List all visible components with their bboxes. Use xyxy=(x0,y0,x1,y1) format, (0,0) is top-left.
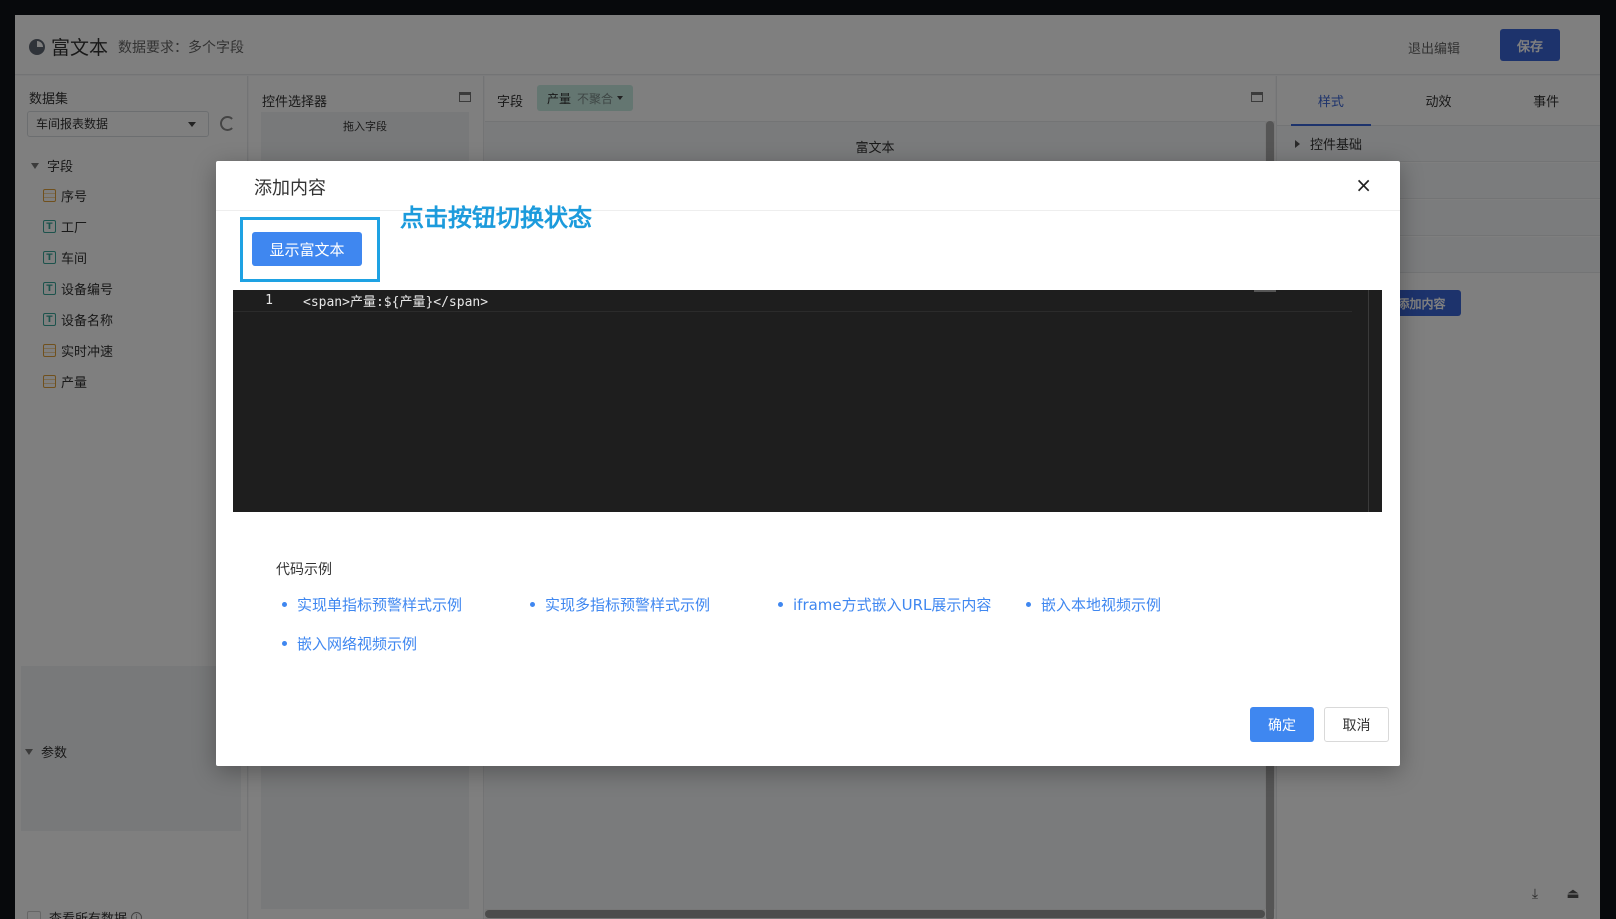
code-text[interactable]: <span>产量:${产量}</span> xyxy=(303,291,488,310)
show-rich-text-button[interactable]: 显示富文本 xyxy=(252,232,362,266)
cancel-button[interactable]: 取消 xyxy=(1324,707,1389,742)
bullet-icon xyxy=(530,602,535,607)
confirm-button[interactable]: 确定 xyxy=(1250,707,1314,742)
code-line[interactable]: 1 <span>产量:${产量}</span> xyxy=(233,290,1352,312)
bullet-icon xyxy=(282,641,287,646)
editor-scrollbar[interactable] xyxy=(1368,290,1382,512)
bullet-icon xyxy=(778,602,783,607)
dialog-title: 添加内容 xyxy=(254,178,326,199)
code-examples-list: 实现单指标预警样式示例 实现多指标预警样式示例 iframe方式嵌入URL展示内… xyxy=(282,594,1282,654)
example-link[interactable]: 实现单指标预警样式示例 xyxy=(282,594,530,615)
bullet-icon xyxy=(282,602,287,607)
code-examples-title: 代码示例 xyxy=(276,562,332,578)
bullet-icon xyxy=(1026,602,1031,607)
example-link[interactable]: 嵌入本地视频示例 xyxy=(1026,594,1274,615)
annotation-callout: 点击按钮切换状态 xyxy=(400,204,592,232)
example-link[interactable]: 实现多指标预警样式示例 xyxy=(530,594,778,615)
add-content-dialog: 添加内容 × 点击按钮切换状态 显示富文本 1 <span>产量:${产量}</… xyxy=(216,161,1400,766)
example-link[interactable]: 嵌入网络视频示例 xyxy=(282,633,530,654)
line-number: 1 xyxy=(265,293,273,308)
example-link[interactable]: iframe方式嵌入URL展示内容 xyxy=(778,594,1026,615)
minimap-indicator xyxy=(1254,290,1276,292)
dialog-header: 添加内容 × xyxy=(216,161,1400,211)
code-editor[interactable]: 1 <span>产量:${产量}</span> xyxy=(233,290,1382,512)
close-icon[interactable]: × xyxy=(1355,173,1372,197)
